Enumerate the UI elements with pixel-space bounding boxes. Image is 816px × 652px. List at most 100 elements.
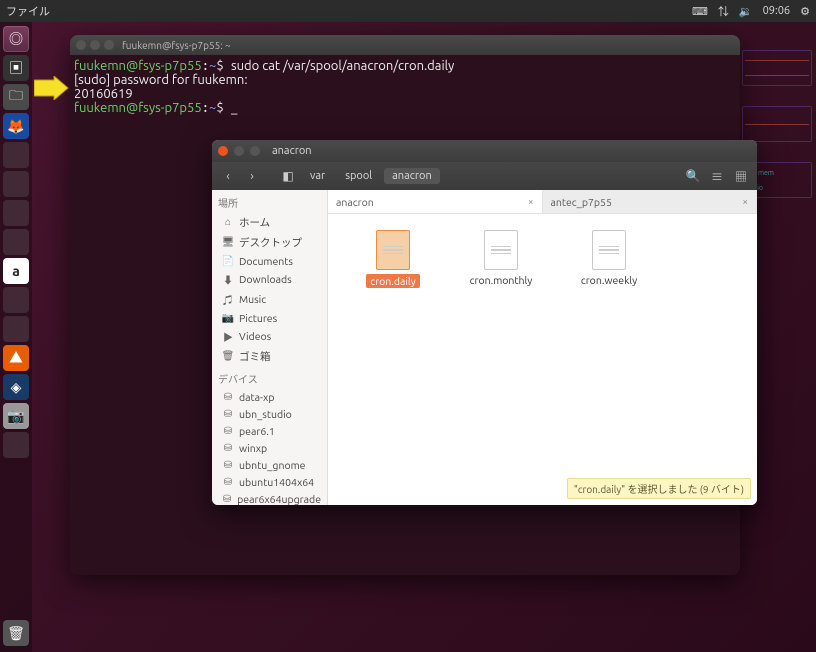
vlc-icon[interactable]: ▲ [3,345,29,371]
sidebar-item[interactable]: 📷Pictures [212,309,327,326]
virtualbox-icon[interactable]: ◈ [3,374,29,400]
file-icon [376,230,410,270]
sidebar-item-label: デスクトップ [239,235,302,250]
close-icon[interactable] [76,40,86,50]
sidebar-device-item[interactable]: ⛁pear6.1 [212,422,327,439]
folder-icon: ⌂ [222,216,234,228]
file-item[interactable]: cron.monthly [456,230,546,288]
sidebar-item-label: ubntu_gnome [239,459,305,471]
launcher-app-6[interactable] [3,316,29,342]
launcher-app-5[interactable] [3,287,29,313]
fm-icon-view[interactable]: cron.daily cron.monthly cron.weekly "cron.d… [328,214,757,505]
file-item[interactable]: cron.daily [348,230,438,288]
unity-launcher: ◎ ▣ 🗀 🦊 a ▲ ◈ 📷 🗑 [0,22,32,652]
amazon-icon[interactable]: a [3,258,29,284]
drive-icon: ⛁ [222,391,234,403]
sidebar-item-label: Music [239,293,266,305]
sidebar-item[interactable]: ⌂ ホーム [212,212,327,232]
file-item[interactable]: cron.weekly [564,230,654,288]
file-label: cron.daily [366,274,419,288]
breadcrumb-anacron[interactable]: anacron [384,168,440,184]
terminal-titlebar[interactable]: fuukemn@fsys-p7p55: ~ [70,35,740,55]
sidebar-item[interactable]: 🖥 デスクトップ [212,232,327,252]
sidebar-item[interactable]: 🗑 ゴミ箱 [212,346,327,366]
folder-icon: 📷 [222,312,234,324]
fm-titlebar[interactable]: anacron [212,140,757,162]
files-icon[interactable]: 🗀 [3,84,29,110]
drive-icon: ⛁ [222,442,234,454]
fm-toolbar: ‹ › ◧ var spool anacron 🔍 ≡ ▦ [212,162,757,190]
fm-tabs: anacron × antec_p7p55 × [328,190,757,214]
launcher-app-7[interactable] [3,432,29,458]
fm-status-bar: "cron.daily" を選択しました (9 バイト) [567,478,751,499]
file-manager-window[interactable]: anacron ‹ › ◧ var spool anacron 🔍 ≡ ▦ 場所… [212,140,757,505]
network-icon[interactable]: ⇅ [718,3,729,19]
sidebar-item-label: ホーム [239,215,270,230]
screenshot-icon[interactable]: 📷 [3,403,29,429]
sidebar-item-label: Videos [239,330,271,342]
minimize-icon[interactable] [90,40,100,50]
sidebar-item-label: ゴミ箱 [239,349,271,364]
sidebar-device-item[interactable]: ⛁ ubntu_gnome [212,456,327,473]
sound-icon[interactable]: 🔉 [739,5,753,18]
fm-sidebar[interactable]: 場所 ⌂ ホーム 🖥 デスクトップ 📄 Documents ⬇Downloads♫Music… [212,190,328,505]
terminal-icon[interactable]: ▣ [3,55,29,81]
sidebar-device-item[interactable]: ⛁ubuntu1404x64 [212,473,327,490]
keyboard-icon[interactable]: ⌨ [692,5,708,18]
file-icon [484,230,518,270]
maximize-icon[interactable] [104,40,114,50]
maximize-icon[interactable] [250,146,260,156]
back-button[interactable]: ‹ [218,166,238,186]
launcher-app-2[interactable] [3,171,29,197]
launcher-app-3[interactable] [3,200,29,226]
close-tab-icon[interactable]: × [742,196,748,207]
drive-icon: ⛁ [222,459,234,471]
launcher-app-1[interactable] [3,142,29,168]
sidebar-item-label: ubn_studio [239,408,292,420]
grid-view-icon[interactable]: ▦ [731,166,751,186]
sidebar-item[interactable]: ▶ Videos [212,326,327,346]
sidebar-item[interactable]: ⬇Downloads [212,269,327,289]
file-label: cron.monthly [470,274,533,286]
sidebar-item[interactable]: ♫Music [212,289,327,309]
drive-icon: ⛁ [222,425,234,437]
sidebar-item-label: Documents [239,255,293,267]
sidebar-head-places: 場所 [212,190,327,212]
forward-button[interactable]: › [242,166,262,186]
fm-title: anacron [272,145,312,157]
sidebar-device-item[interactable]: ⛁ winxp [212,439,327,456]
folder-icon: 🖥 [222,236,234,248]
sidebar-head-devices: デバイス [212,366,327,388]
folder-icon: ▶ [222,329,234,344]
tab-anacron[interactable]: anacron × [328,190,543,213]
dash-icon[interactable]: ◎ [3,26,29,52]
sidebar-item[interactable]: 📄 Documents [212,252,327,269]
sidebar-item-label: ubuntu1404x64 [239,476,314,488]
panel-menu[interactable]: ファイル [6,3,692,19]
close-tab-icon[interactable]: × [528,196,534,207]
file-label: cron.weekly [581,274,637,286]
breadcrumb-spool[interactable]: spool [337,168,380,184]
search-icon[interactable]: 🔍 [683,166,703,186]
sidebar-device-item[interactable]: ⛁ubn_studio [212,405,327,422]
tab-antec[interactable]: antec_p7p55 × [543,190,758,213]
annotation-arrow [34,76,70,100]
top-panel: ファイル ⌨ ⇅ 🔉 09:06 ⚙ [0,0,816,22]
minimize-icon[interactable] [234,146,244,156]
clock[interactable]: 09:06 [763,5,791,17]
breadcrumb-var[interactable]: var [302,168,333,184]
close-icon[interactable] [218,146,228,156]
device-icon[interactable]: ◧ [278,166,298,186]
firefox-icon[interactable]: 🦊 [3,113,29,139]
trash-icon[interactable]: 🗑 [3,620,29,646]
sidebar-device-item[interactable]: ⛁pear6x64upgrade [212,490,327,505]
gear-icon[interactable]: ⚙ [800,5,810,18]
menu-icon[interactable]: ≡ [707,166,727,186]
sidebar-item-label: winxp [239,442,267,454]
folder-icon: 📄 [222,255,234,267]
launcher-app-4[interactable] [3,229,29,255]
folder-icon: 🗑 [222,350,234,362]
sidebar-device-item[interactable]: ⛁data-xp [212,388,327,405]
tab-label: antec_p7p55 [551,196,612,208]
terminal-body[interactable]: fuukemn@fsys-p7p55:~$ sudo cat /var/spoo… [70,55,740,119]
